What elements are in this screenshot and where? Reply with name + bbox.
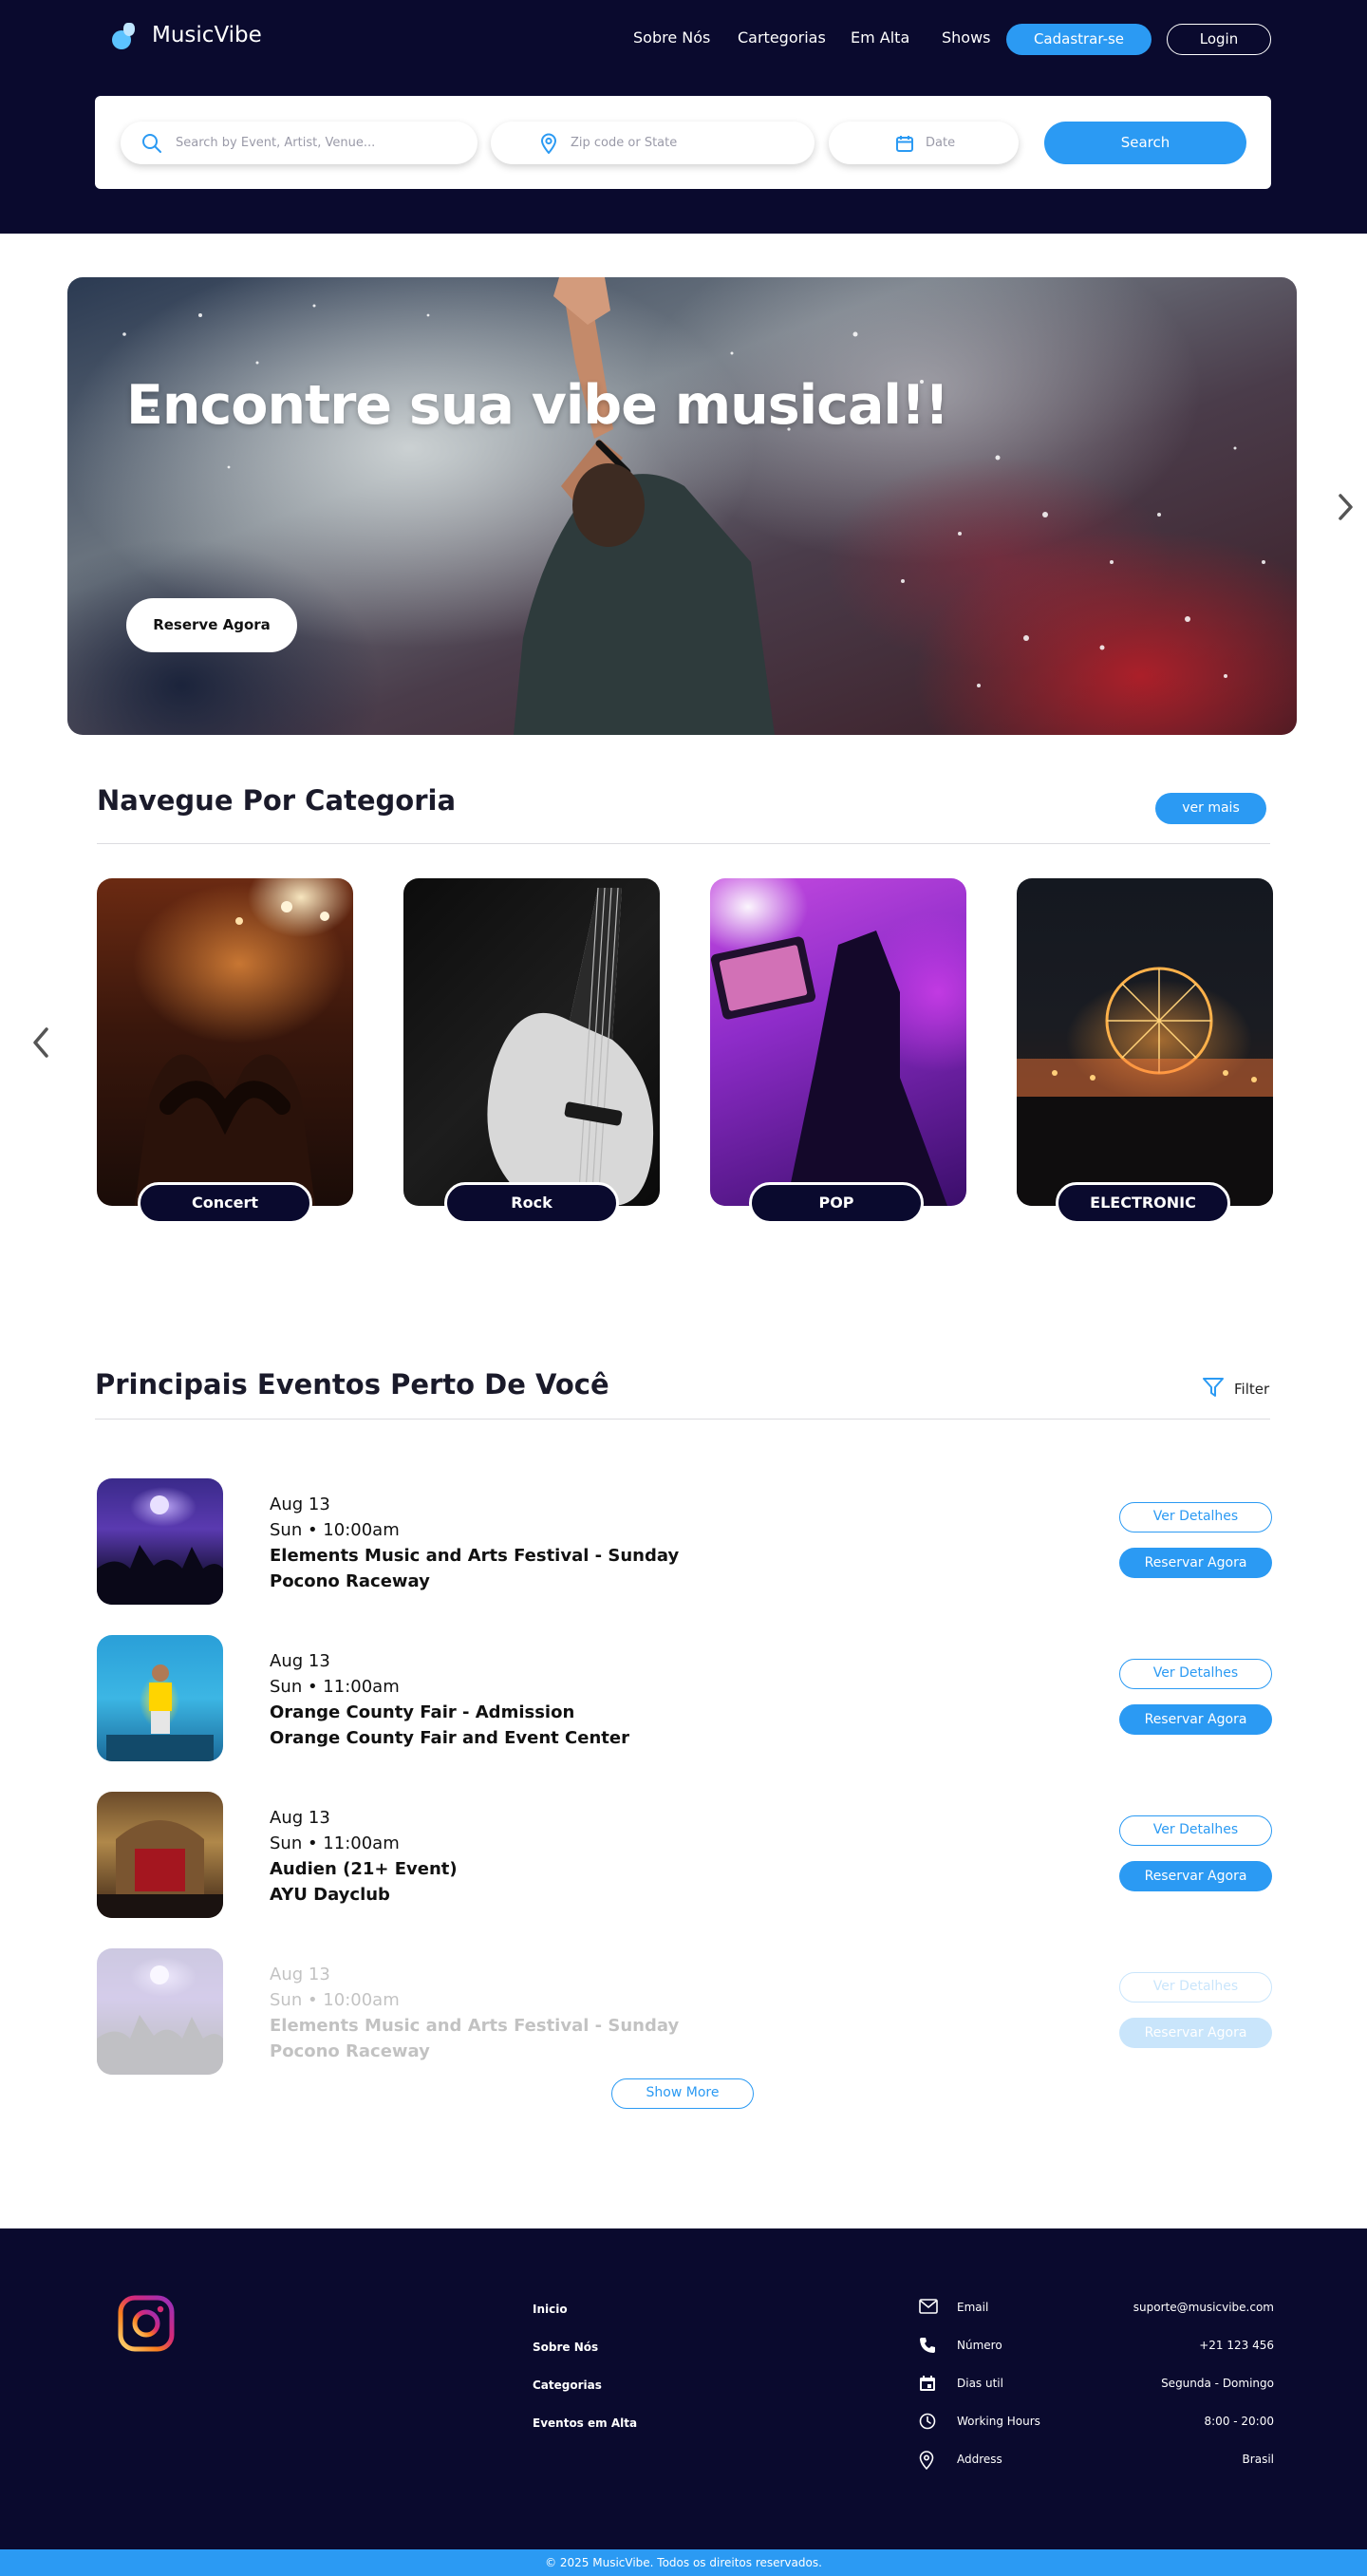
event-name[interactable]: Elements Music and Arts Festival - Sunda… [270,2013,679,2039]
view-details-button[interactable]: Ver Detalhes [1119,1659,1272,1689]
event-thumbnail[interactable] [97,1948,223,2075]
book-now-button[interactable]: Reservar Agora [1119,2018,1272,2048]
footer-link-inicio[interactable]: Inicio [533,2303,568,2316]
location-pin-icon [540,133,557,154]
event-info: Aug 13 Sun • 11:00am Audien (21+ Event) … [270,1805,458,1908]
book-now-button[interactable]: Reservar Agora [1119,1548,1272,1578]
pop-concert-image [710,931,947,1206]
location-pin-icon [919,2451,934,2473]
chevron-right-icon[interactable] [1335,492,1356,526]
event-venue: Pocono Raceway [270,2041,430,2061]
event-info: Aug 13 Sun • 10:00am Elements Music and … [270,1962,679,2064]
event-thumbnail[interactable] [97,1635,223,1761]
nav-item-em-alta[interactable]: Em Alta [851,28,909,47]
event-venue: Orange County Fair and Event Center [270,1728,629,1748]
view-details-button[interactable]: Ver Detalhes [1119,1815,1272,1846]
event-date: Aug 13 [270,1965,330,1984]
clock-icon [919,2413,936,2434]
event-time: Sun • 10:00am [270,1520,400,1540]
event-thumbnail[interactable] [97,1792,223,1918]
hero-title: Encontre sua vibe musical!! [126,374,949,437]
categories-title: Navegue Por Categoria [97,784,457,817]
see-more-button[interactable]: ver mais [1155,793,1266,824]
event-name[interactable]: Elements Music and Arts Festival - Sunda… [270,1543,679,1569]
event-thumbnail[interactable] [97,1478,223,1605]
category-card-rock[interactable] [403,878,660,1206]
calendar-icon [919,2375,936,2396]
signup-button[interactable]: Cadastrar-se [1006,24,1152,55]
contact-phone: Número +21 123 456 [919,2336,1274,2357]
category-card-concert[interactable] [97,878,353,1206]
filter-icon [1202,1376,1225,1402]
zip-search-field[interactable]: Zip code or State [491,122,815,164]
view-details-button[interactable]: Ver Detalhes [1119,1502,1272,1532]
event-row: Aug 13 Sun • 10:00am Elements Music and … [97,1478,1272,1605]
contact-email: Email suporte@musicvibe.com [919,2298,1274,2319]
category-label-electronic[interactable]: ELECTRONIC [1056,1182,1230,1224]
filter-button[interactable]: Filter [1202,1376,1269,1402]
main-nav: Sobre Nós Cartegorias Em Alta Shows [0,27,1367,53]
event-name[interactable]: Audien (21+ Event) [270,1856,458,1882]
show-more-button[interactable]: Show More [611,2078,754,2109]
calendar-icon [895,134,914,153]
book-now-button[interactable]: Reservar Agora [1119,1704,1272,1735]
event-search-input[interactable]: Search by Event, Artist, Venue... [176,136,375,150]
event-time: Sun • 11:00am [270,1677,400,1697]
event-row: Aug 13 Sun • 11:00am Audien (21+ Event) … [97,1792,1272,1918]
category-card-pop[interactable] [710,878,966,1206]
filter-label: Filter [1234,1381,1270,1398]
event-time: Sun • 11:00am [270,1833,400,1853]
guitar-image [487,887,654,1206]
event-info: Aug 13 Sun • 10:00am Elements Music and … [270,1492,679,1594]
book-now-button[interactable]: Reservar Agora [1119,1861,1272,1891]
footer-link-eventos-em-alta[interactable]: Eventos em Alta [533,2416,637,2430]
events-divider [95,1419,1270,1420]
instagram-icon[interactable] [118,2295,175,2352]
category-label-concert[interactable]: Concert [138,1182,312,1224]
date-field[interactable]: Date [829,122,1019,164]
nav-item-sobre-nos[interactable]: Sobre Nós [633,28,710,47]
event-row: Aug 13 Sun • 11:00am Orange County Fair … [97,1635,1272,1761]
hero-performer-image [122,277,1265,735]
date-input[interactable]: Date [926,136,955,150]
search-icon [141,133,162,154]
concert-crowd-image [135,901,329,1206]
event-date: Aug 13 [270,1495,330,1514]
event-venue: Pocono Raceway [270,1571,430,1591]
nav-item-shows[interactable]: Shows [942,28,991,47]
zip-input[interactable]: Zip code or State [571,136,677,150]
category-label-rock[interactable]: Rock [444,1182,619,1224]
events-title: Principais Eventos Perto De Você [95,1368,609,1401]
event-search-field[interactable]: Search by Event, Artist, Venue... [121,122,478,164]
event-venue: AYU Dayclub [270,1885,390,1905]
event-row: Aug 13 Sun • 10:00am Elements Music and … [97,1948,1272,2075]
search-button[interactable]: Search [1044,122,1246,164]
site-header: MusicVibe Sobre Nós Cartegorias Em Alta … [0,0,1367,234]
footer-link-categorias[interactable]: Categorias [533,2379,602,2392]
site-footer: Inicio Sobre Nós Categorias Eventos em A… [0,2228,1367,2549]
event-date: Aug 13 [270,1808,330,1828]
nav-item-categorias[interactable]: Cartegorias [738,28,826,47]
search-bar: Search by Event, Artist, Venue... Zip co… [95,96,1271,189]
copyright-bar: © 2025 MusicVibe. Todos os direitos rese… [0,2549,1367,2576]
event-name[interactable]: Orange County Fair - Admission [270,1700,629,1725]
festival-fair-image [1017,967,1273,1206]
contact-address: Address Brasil [919,2450,1274,2471]
categories-divider [97,843,1270,844]
event-info: Aug 13 Sun • 11:00am Orange County Fair … [270,1648,629,1751]
reserve-now-button[interactable]: Reserve Agora [126,598,297,652]
contact-days: Dias util Segunda - Domingo [919,2374,1274,2395]
footer-link-sobre-nos[interactable]: Sobre Nós [533,2341,598,2354]
event-time: Sun • 10:00am [270,1990,400,2010]
event-date: Aug 13 [270,1651,330,1671]
category-card-electronic[interactable] [1017,878,1273,1206]
chevron-left-icon[interactable] [30,1025,51,1063]
phone-icon [919,2337,936,2358]
mail-icon [919,2299,938,2318]
category-label-pop[interactable]: POP [749,1182,924,1224]
view-details-button[interactable]: Ver Detalhes [1119,1972,1272,2003]
hero-banner: Encontre sua vibe musical!! Reserve Agor… [67,277,1297,735]
contact-hours: Working Hours 8:00 - 20:00 [919,2412,1274,2433]
login-button[interactable]: Login [1167,24,1271,55]
